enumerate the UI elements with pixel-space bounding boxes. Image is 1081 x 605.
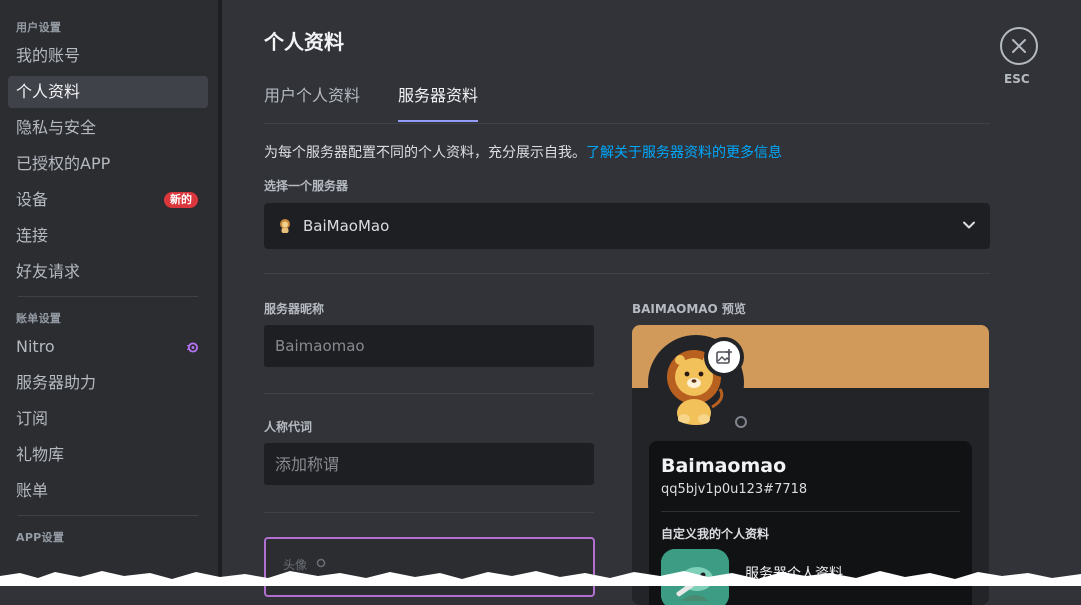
sidebar-item-profiles[interactable]: 个人资料: [8, 76, 208, 108]
sidebar-item-authorized-apps[interactable]: 已授权的APP: [8, 148, 208, 180]
nitro-icon: [187, 342, 198, 353]
sidebar-item-subscriptions[interactable]: 订阅: [8, 403, 208, 435]
username: Baimaomao: [661, 455, 787, 477]
settings-sidebar: 用户设置 我的账号 个人资料 隐私与安全 已授权的APP 设备 新的 连接 好友…: [0, 0, 218, 586]
sidebar-item-billing[interactable]: 账单: [8, 475, 208, 507]
esc-label: ESC: [1004, 72, 1030, 86]
sidebar-item-privacy-safety[interactable]: 隐私与安全: [8, 112, 208, 144]
sidebar-item-gift-inventory[interactable]: 礼物库: [8, 439, 208, 471]
tab-server-profiles[interactable]: 服务器资料: [398, 82, 479, 122]
field-divider: [264, 393, 594, 394]
section-header-billing-settings: 账单设置: [16, 312, 62, 325]
selected-server-name: BaiMaoMao: [303, 217, 390, 235]
nickname-label: 服务器昵称: [264, 302, 325, 316]
section-header-app-settings: APP设置: [16, 531, 65, 544]
server-icon: [280, 219, 290, 233]
pronouns-input[interactable]: [264, 443, 594, 485]
profile-divider: [661, 511, 960, 512]
sidebar-divider: [18, 515, 198, 516]
close-button[interactable]: [1000, 27, 1038, 65]
description: 为每个服务器配置不同的个人资料，充分展示自我。了解关于服务器资料的更多信息: [264, 142, 782, 162]
server-select-label: 选择一个服务器: [264, 179, 349, 193]
sidebar-item-connections[interactable]: 连接: [8, 220, 208, 252]
description-text: 为每个服务器配置不同的个人资料，充分展示自我。: [264, 145, 586, 161]
tab-user-profile[interactable]: 用户个人资料: [264, 82, 360, 122]
sidebar-item-label: 设备: [16, 190, 49, 209]
page-title: 个人资料: [264, 30, 344, 54]
customize-profile-title: 自定义我的个人资料: [661, 527, 770, 541]
field-divider: [264, 512, 594, 513]
sidebar-item-devices[interactable]: 设备 新的: [8, 184, 208, 216]
close-icon: [1012, 39, 1026, 53]
add-image-button[interactable]: [708, 341, 740, 373]
add-image-icon: [716, 349, 732, 364]
sidebar-item-label: Nitro: [16, 337, 55, 356]
profile-preview-card: Baimaomao qq5bjv1p0u123#7718 自定义我的个人资料 服…: [632, 325, 989, 605]
server-select[interactable]: BaiMaoMao: [264, 203, 990, 249]
nickname-input[interactable]: [264, 325, 594, 367]
status-indicator: [732, 413, 750, 431]
learn-more-link[interactable]: 了解关于服务器资料的更多信息: [586, 145, 782, 161]
avatar-section[interactable]: 头像: [264, 537, 595, 597]
nitro-icon: [316, 558, 326, 568]
sidebar-divider: [18, 296, 198, 297]
sidebar-item-nitro[interactable]: Nitro: [8, 331, 208, 363]
pronouns-label: 人称代词: [264, 420, 313, 434]
chevron-down-icon: [963, 221, 975, 229]
main-content: 个人资料 用户个人资料 服务器资料 为每个服务器配置不同的个人资料，充分展示自我…: [222, 0, 1081, 605]
tabs-divider: [264, 123, 990, 124]
user-tag: qq5bjv1p0u123#7718: [661, 482, 808, 497]
sidebar-item-friend-requests[interactable]: 好友请求: [8, 256, 208, 288]
section-divider: [264, 273, 990, 274]
sidebar-item-my-account[interactable]: 我的账号: [8, 40, 208, 72]
torn-edge: [0, 571, 1081, 586]
section-header-user-settings: 用户设置: [16, 21, 62, 34]
sidebar-item-server-boost[interactable]: 服务器助力: [8, 367, 208, 399]
new-badge: 新的: [164, 192, 198, 208]
preview-title: BAIMAOMAO 预览: [632, 302, 746, 316]
